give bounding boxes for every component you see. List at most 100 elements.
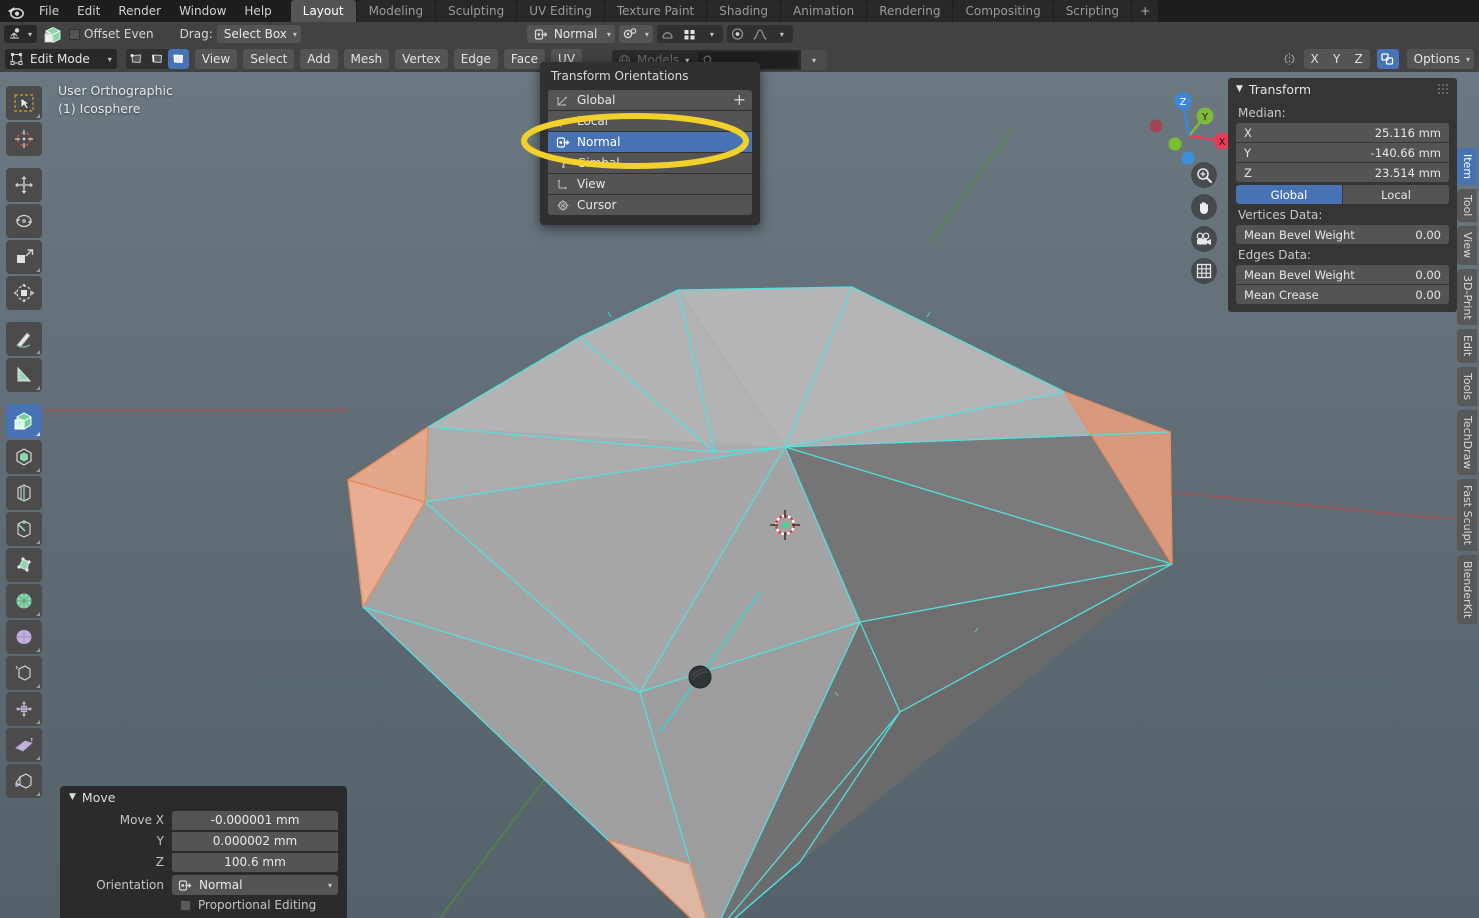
proportional-edit-icon[interactable] [727,25,749,43]
tab-techdraw[interactable]: TechDraw [1457,409,1477,476]
transform-orientation-dropdown[interactable]: Normal ▾ [526,25,615,43]
tab-fast-sculpt[interactable]: Fast Sculpt [1457,479,1477,552]
viewport-menu-select[interactable]: Select [243,49,295,69]
viewport-menu-vertex[interactable]: Vertex [395,49,448,69]
viewport-menu-edge[interactable]: Edge [453,49,498,69]
viewport-menu-mesh[interactable]: Mesh [343,49,390,69]
move-x-value[interactable]: -0.000001 mm [172,810,338,830]
add-workspace-button[interactable]: + [1132,0,1159,22]
edge-mean-bevel-weight-field[interactable]: Mean Bevel Weight 0.00 [1236,265,1449,284]
mirror-axis-z[interactable]: Z [1347,49,1370,69]
median-z-field[interactable]: Z 23.514 mm [1236,163,1449,182]
tool-smooth-icon[interactable] [6,656,42,690]
tool-loop-cut-icon[interactable] [6,512,42,546]
tool-select-box-icon[interactable] [6,86,42,120]
falloff-smooth-icon[interactable] [749,25,771,43]
tool-extrude-region-icon[interactable] [6,404,42,438]
space-toggle-global[interactable]: Global [1236,185,1342,204]
tool-poly-build-icon[interactable] [6,584,42,618]
options-dropdown[interactable]: Options ▾ [1406,49,1474,69]
workspace-tab-modeling[interactable]: Modeling [356,0,436,22]
tab-item[interactable]: Item [1457,148,1477,186]
menu-help[interactable]: Help [235,0,280,22]
face-select-button[interactable] [167,49,189,69]
chevron-down-icon[interactable]: ▾ [701,25,723,43]
edge-select-button[interactable] [147,49,168,69]
tab-tool[interactable]: Tool [1457,189,1477,223]
vertex-mean-bevel-weight-field[interactable]: Mean Bevel Weight 0.00 [1236,225,1449,244]
tool-scale-icon[interactable] [6,240,42,274]
workspace-tab-compositing[interactable]: Compositing [953,0,1053,22]
menu-window[interactable]: Window [170,0,235,22]
viewport-menu-view[interactable]: View [194,49,238,69]
tool-shrink-fatten-icon[interactable] [6,728,42,762]
navigation-gizmo[interactable]: X Y Z [1145,86,1229,170]
workspace-tab-scripting[interactable]: Scripting [1053,0,1132,22]
tab-tools[interactable]: Tools [1457,366,1477,406]
pivot-point-icon[interactable] [679,25,701,43]
orientation-option-cursor[interactable]: Cursor [548,195,752,215]
tool-knife-icon[interactable] [6,548,42,582]
tool-measure-icon[interactable] [6,358,42,392]
workspace-tab-shading[interactable]: Shading [707,0,780,22]
menu-edit[interactable]: Edit [68,0,109,22]
chevron-down-icon[interactable]: ▾ [771,25,793,43]
orientation-dropdown[interactable]: Normal ▾ [172,875,338,895]
tool-bevel-icon[interactable] [6,476,42,510]
tool-inset-faces-icon[interactable] [6,440,42,474]
menu-file[interactable]: File [30,0,68,22]
operator-panel-header[interactable]: ▼ Move [60,786,347,808]
move-z-value[interactable]: 100.6 mm [172,852,338,872]
drag-action-dropdown[interactable]: Select Box ▾ [216,25,301,43]
blender-logo-icon[interactable] [0,0,30,22]
add-orientation-button[interactable]: + [733,92,746,108]
edge-mean-crease-field[interactable]: Mean Crease 0.00 [1236,285,1449,304]
menu-render[interactable]: Render [109,0,170,22]
tab-3d-print[interactable]: 3D-Print [1457,268,1477,326]
median-y-field[interactable]: Y -140.66 mm [1236,143,1449,162]
tool-spin-icon[interactable] [6,620,42,654]
orientation-option-local[interactable]: Local [548,111,752,131]
tool-rip-region-icon[interactable] [6,764,42,798]
tool-cursor-icon[interactable] [6,122,42,156]
active-tool-button[interactable]: ▾ [4,25,38,43]
orientation-option-view[interactable]: View [548,174,752,194]
tab-view[interactable]: View [1457,226,1477,265]
mode-selector-dropdown[interactable]: Edit Mode ▾ [5,49,117,69]
auto-merge-toggle[interactable] [1376,49,1399,69]
models-expand-button[interactable]: ▾ [801,50,827,70]
tab-blenderkit[interactable]: BlenderKit [1457,555,1477,625]
workspace-tab-texture-paint[interactable]: Texture Paint [604,0,707,22]
extrude-region-icon[interactable] [41,24,65,44]
proportional-edit-objects-icon[interactable] [657,25,679,43]
pan-hand-icon[interactable] [1191,194,1217,220]
mirror-axis-y[interactable]: Y [1325,49,1348,69]
orientation-option-normal[interactable]: Normal [548,132,752,152]
snap-dropdown[interactable]: ▾ [618,25,653,43]
workspace-tab-rendering[interactable]: Rendering [867,0,953,22]
zoom-icon[interactable] [1191,162,1217,188]
transform-panel-header[interactable]: ▼ Transform [1228,78,1457,100]
viewport-menu-add[interactable]: Add [300,49,338,69]
tool-move-icon[interactable] [6,168,42,202]
workspace-tab-sculpting[interactable]: Sculpting [436,0,517,22]
orientation-option-global[interactable]: Global [548,90,752,110]
vertex-select-button[interactable] [126,49,147,69]
workspace-tab-animation[interactable]: Animation [781,0,867,22]
space-toggle-local[interactable]: Local [1343,185,1449,204]
tool-edge-slide-icon[interactable] [6,692,42,726]
toggle-ortho-grid-icon[interactable] [1191,258,1217,284]
mirror-axis-x[interactable]: X [1303,49,1326,69]
tool-rotate-icon[interactable] [6,204,42,238]
tab-edit[interactable]: Edit [1457,329,1477,363]
tool-transform-icon[interactable] [6,276,42,310]
median-x-field[interactable]: X 25.116 mm [1236,123,1449,142]
move-gizmo-handle-icon[interactable] [687,664,713,690]
panel-grip-icon[interactable] [1437,84,1449,94]
workspace-tab-uv-editing[interactable]: UV Editing [517,0,604,22]
offset-even-checkbox[interactable] [69,28,81,40]
workspace-tab-layout[interactable]: Layout [290,0,356,22]
proportional-editing-checkbox[interactable] [180,899,191,911]
move-y-value[interactable]: 0.000002 mm [172,831,338,851]
viewport-menu-face[interactable]: Face [503,49,546,69]
